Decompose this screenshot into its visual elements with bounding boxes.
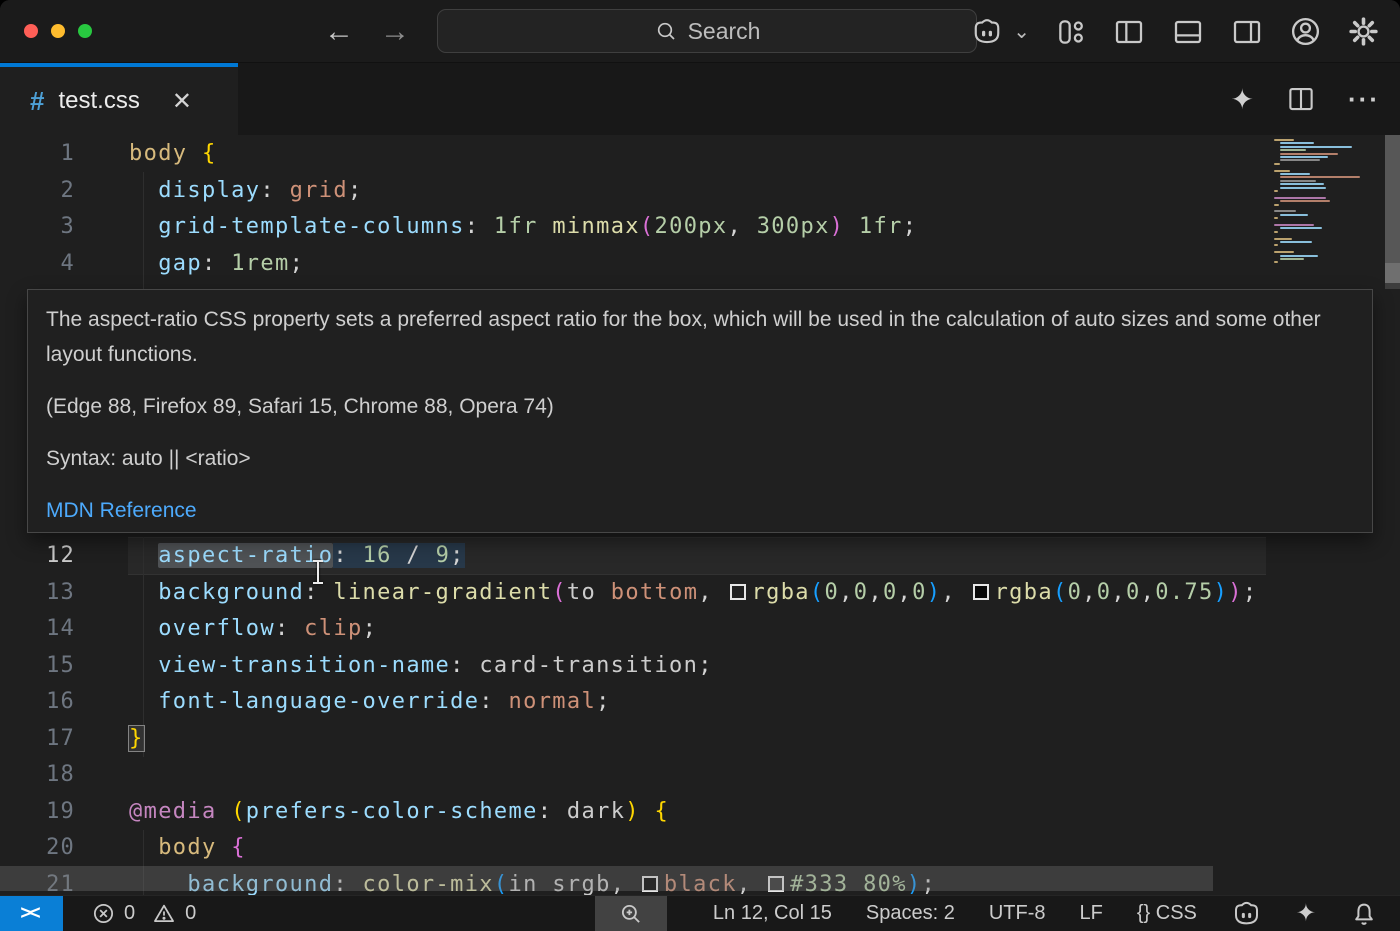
title-bar: ← → Search ⌄ [0, 0, 1400, 63]
minimize-window-button[interactable] [51, 24, 65, 38]
line-number[interactable]: 2 [0, 172, 75, 209]
code-line[interactable]: body { [129, 829, 246, 866]
code-line[interactable]: view-transition-name: card-transition; [129, 647, 713, 684]
code-line[interactable]: @media (prefers-color-scheme: dark) { [129, 793, 669, 830]
zoom-indicator[interactable] [595, 896, 667, 931]
vertical-scrollbar[interactable] [1385, 135, 1400, 289]
navigate-forward-button[interactable]: → [380, 15, 410, 49]
zoom-in-icon [618, 901, 644, 927]
code-line[interactable]: body { [129, 135, 217, 172]
tooltip-syntax: Syntax: auto || <ratio> [46, 441, 1354, 476]
encoding-indicator[interactable]: UTF-8 [989, 902, 1046, 925]
window-controls [24, 24, 92, 38]
line-number[interactable]: 19 [0, 793, 75, 830]
mouse-ibeam-cursor [311, 559, 325, 585]
color-swatch[interactable] [730, 584, 746, 600]
code-line[interactable]: aspect-ratio: 16 / 9; [129, 537, 465, 574]
language-indicator[interactable]: {} CSS [1137, 902, 1197, 925]
line-number[interactable]: 1 [0, 135, 75, 172]
code-line[interactable]: display: grid; [129, 172, 363, 209]
tooltip-browser-support: (Edge 88, Firefox 89, Safari 15, Chrome … [46, 389, 1354, 424]
indentation-indicator[interactable]: Spaces: 2 [866, 902, 955, 925]
chevron-down-icon[interactable]: ⌄ [1013, 19, 1030, 44]
tooltip-description: The aspect-ratio CSS property sets a pre… [46, 302, 1354, 372]
copilot-status-icon[interactable] [1231, 900, 1262, 928]
editor[interactable]: 123412131415161718192021 body { display:… [0, 135, 1400, 895]
line-number[interactable]: 3 [0, 208, 75, 245]
toggle-primary-sidebar-icon[interactable] [1112, 16, 1146, 48]
minimap[interactable] [1271, 139, 1379, 264]
remote-indicator[interactable]: >< [0, 896, 63, 931]
line-number[interactable]: 13 [0, 574, 75, 611]
css-file-icon: # [30, 86, 44, 117]
code-line[interactable]: gap: 1rem; [129, 245, 304, 282]
code-line[interactable]: grid-template-columns: 1fr minmax(200px,… [129, 208, 917, 245]
more-actions-icon[interactable]: ··· [1348, 84, 1380, 115]
notifications-bell-icon[interactable] [1350, 900, 1378, 928]
color-swatch[interactable] [973, 584, 989, 600]
accounts-icon[interactable] [1289, 15, 1322, 48]
cursor-position[interactable]: Ln 12, Col 15 [713, 902, 832, 925]
copilot-icon[interactable] [970, 17, 1004, 47]
line-number[interactable]: 20 [0, 829, 75, 866]
line-number[interactable]: 12 [0, 537, 75, 574]
tab-label: test.css [58, 87, 139, 115]
code-line[interactable]: overflow: clip; [129, 610, 377, 647]
navigate-back-button[interactable]: ← [324, 15, 354, 49]
line-number[interactable]: 16 [0, 683, 75, 720]
code-line[interactable]: } [129, 720, 144, 757]
customize-layout-icon[interactable] [1055, 16, 1087, 48]
close-window-button[interactable] [24, 24, 38, 38]
tab-test-css[interactable]: # test.css ✕ [0, 63, 238, 135]
warning-count: 0 [185, 902, 196, 925]
toggle-secondary-sidebar-icon[interactable] [1230, 16, 1264, 48]
search-icon [654, 19, 678, 43]
settings-gear-icon[interactable] [1347, 15, 1380, 48]
status-bar: >< 0 0 Ln 12, Col 15 Spaces: 2 UTF-8 LF … [0, 895, 1400, 931]
toggle-panel-icon[interactable] [1171, 16, 1205, 48]
code-line[interactable]: font-language-override: normal; [129, 683, 611, 720]
search-placeholder: Search [688, 18, 761, 45]
command-center-search[interactable]: Search [437, 9, 977, 53]
code-line[interactable]: background: linear-gradient(to bottom, r… [129, 574, 1257, 611]
warning-icon [151, 901, 177, 926]
horizontal-scrollbar-thumb[interactable] [0, 866, 1213, 891]
copilot-edits-sparkle-icon[interactable]: ✦ [1231, 83, 1254, 116]
line-number[interactable]: 4 [0, 245, 75, 282]
mdn-reference-link[interactable]: MDN Reference [46, 499, 197, 522]
vertical-scrollbar-thumb-end[interactable] [1385, 263, 1400, 283]
tab-close-icon[interactable]: ✕ [172, 87, 192, 116]
error-icon [91, 901, 116, 926]
copilot-sparkle-icon[interactable]: ✦ [1296, 899, 1316, 928]
maximize-window-button[interactable] [78, 24, 92, 38]
line-number[interactable]: 18 [0, 756, 75, 793]
line-number[interactable]: 14 [0, 610, 75, 647]
vscode-window: ← → Search ⌄ # test.css ✕ ✦ ··· [0, 0, 1400, 931]
vertical-scrollbar-thumb[interactable] [1385, 135, 1400, 263]
error-count: 0 [124, 902, 135, 925]
split-editor-icon[interactable] [1286, 84, 1316, 114]
braces-icon: {} [1137, 902, 1150, 924]
hover-tooltip: The aspect-ratio CSS property sets a pre… [27, 289, 1373, 533]
problems-indicator[interactable]: 0 0 [85, 901, 202, 926]
line-number[interactable]: 15 [0, 647, 75, 684]
line-number[interactable]: 17 [0, 720, 75, 757]
tab-bar: # test.css ✕ ✦ ··· [0, 63, 1400, 135]
eol-indicator[interactable]: LF [1080, 902, 1103, 925]
